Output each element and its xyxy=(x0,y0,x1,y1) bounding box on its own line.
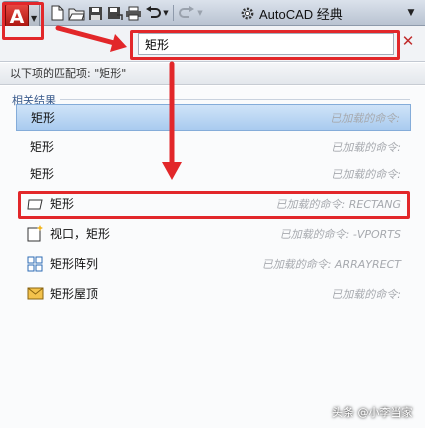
chevron-down-icon[interactable]: ▼ xyxy=(404,5,418,21)
workspace-selector[interactable]: AutoCAD 经典 ▼ xyxy=(240,3,420,23)
section-divider xyxy=(60,99,410,100)
result-status: 已加载的命令: xyxy=(331,287,401,301)
result-item-viewport[interactable]: 视口，矩形 已加载的命令: -VPORTS xyxy=(16,220,411,247)
result-status: 已加载的命令: xyxy=(330,111,400,125)
result-label: 矩形 xyxy=(30,140,55,154)
result-status: 已加载的命令: -VPORTS xyxy=(279,227,401,241)
result-status: 已加载的命令: xyxy=(331,167,401,181)
result-status: 已加载的命令: ARRAYRECT xyxy=(261,257,401,271)
annotation-box-app-button xyxy=(2,2,44,40)
results-header: 以下项的匹配项: "矩形" xyxy=(0,63,425,85)
result-item-roof[interactable]: 矩形屋顶 已加载的命令: xyxy=(16,280,411,307)
toolbar-divider xyxy=(173,5,174,21)
redo-dropdown-icon[interactable]: ▼ xyxy=(196,4,204,23)
result-item-arrayrect[interactable]: 矩形阵列 已加载的命令: ARRAYRECT xyxy=(16,250,411,277)
quick-access-toolbar: A ▼ ▼ ▼ AutoCAD 经典 ▼ xyxy=(0,0,425,33)
undo-dropdown-icon[interactable]: ▼ xyxy=(162,4,170,23)
result-item-selected[interactable]: 矩形 已加载的命令: xyxy=(16,104,411,131)
open-folder-icon[interactable] xyxy=(67,4,86,23)
toolbar-icons: ▼ ▼ xyxy=(48,3,204,23)
result-status: 已加载的命令: xyxy=(331,140,401,154)
envelope-icon xyxy=(26,285,44,303)
new-file-icon[interactable] xyxy=(48,4,67,23)
viewport-icon xyxy=(26,225,44,243)
workspace-label: AutoCAD 经典 xyxy=(259,6,343,22)
result-label: 矩形 xyxy=(31,111,56,125)
redo-icon[interactable] xyxy=(177,4,196,23)
annotation-box-result xyxy=(18,191,410,219)
undo-icon[interactable] xyxy=(143,4,162,23)
result-label: 矩形 xyxy=(30,167,55,181)
print-icon[interactable] xyxy=(124,4,143,23)
save-as-icon[interactable] xyxy=(105,4,124,23)
watermark: 头条 @小李当家 xyxy=(332,406,413,419)
result-item[interactable]: 矩形 已加载的命令: xyxy=(16,160,411,187)
annotation-box-search xyxy=(130,30,400,60)
gear-icon xyxy=(241,7,254,19)
rectangular-array-icon xyxy=(26,255,44,273)
save-icon[interactable] xyxy=(86,4,105,23)
close-icon[interactable]: ✕ xyxy=(400,33,416,49)
result-label: 矩形屋顶 xyxy=(50,287,99,301)
result-label: 视口，矩形 xyxy=(50,227,111,241)
result-item[interactable]: 矩形 已加载的命令: xyxy=(16,133,411,160)
result-label: 矩形阵列 xyxy=(50,257,99,271)
